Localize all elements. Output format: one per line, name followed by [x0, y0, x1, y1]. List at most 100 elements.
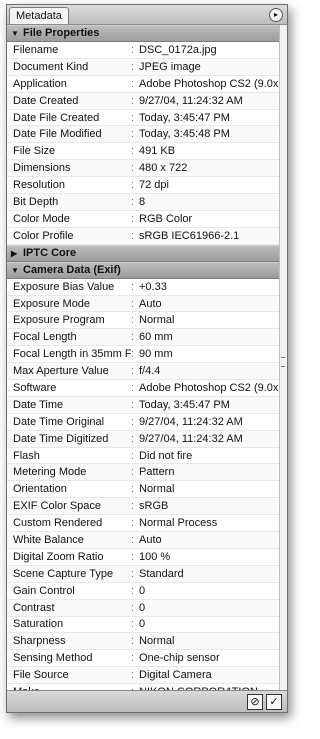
section-title: IPTC Core: [23, 246, 77, 259]
field-value[interactable]: Auto: [139, 534, 279, 546]
metadata-row[interactable]: Saturation:0: [7, 617, 279, 634]
field-value[interactable]: Normal: [139, 483, 279, 495]
separator: :: [131, 195, 135, 208]
metadata-row[interactable]: Exposure Mode: Auto: [7, 295, 279, 313]
metadata-row[interactable]: Contrast:0: [7, 599, 279, 617]
field-value[interactable]: 100 %: [139, 551, 279, 563]
metadata-row[interactable]: Document Kind: JPEG image: [7, 58, 279, 76]
scroll-grip-icon[interactable]: [281, 357, 285, 367]
field-value[interactable]: Auto: [139, 298, 279, 310]
metadata-row[interactable]: Date File Created: Today, 3:45:47 PM: [7, 110, 279, 127]
field-value[interactable]: +0.33: [139, 281, 279, 293]
metadata-row[interactable]: Scene Capture Type: Standard: [7, 565, 279, 583]
metadata-row[interactable]: Date Time: Today, 3:45:47 PM: [7, 396, 279, 414]
field-label: Date File Modified: [13, 128, 102, 141]
panel-tab-bar: Metadata ▸: [7, 5, 287, 25]
field-value[interactable]: Normal Process: [139, 517, 279, 529]
separator: :: [131, 567, 135, 580]
field-value[interactable]: 8: [139, 196, 279, 208]
field-value[interactable]: sRGB IEC61966-2.1: [139, 230, 279, 242]
field-label: Software: [13, 381, 57, 394]
metadata-row[interactable]: Date Time Original:9/27/04, 11:24:32 AM: [7, 414, 279, 431]
field-value[interactable]: 491 KB: [139, 145, 279, 157]
metadata-row[interactable]: Filename: DSC_0172a.jpg: [7, 42, 279, 59]
tab-metadata[interactable]: Metadata: [9, 7, 69, 24]
disclosure-open-icon[interactable]: ▼: [11, 263, 21, 278]
field-value[interactable]: RGB Color: [139, 213, 279, 225]
metadata-row[interactable]: EXIF Color Space: sRGB: [7, 498, 279, 516]
field-value[interactable]: One-chip sensor: [139, 652, 279, 664]
field-value[interactable]: Today, 3:45:48 PM: [139, 128, 279, 140]
disclosure-open-icon[interactable]: ▼: [11, 26, 21, 41]
field-value[interactable]: Today, 3:45:47 PM: [139, 399, 279, 411]
cancel-icon[interactable]: ⊘: [247, 694, 263, 710]
field-value[interactable]: Did not fire: [139, 450, 279, 462]
field-value[interactable]: 0: [139, 602, 279, 614]
metadata-row[interactable]: File Size:491 KB: [7, 143, 279, 161]
field-value[interactable]: DSC_0172a.jpg: [139, 44, 279, 56]
check-icon[interactable]: ✓: [266, 694, 282, 710]
section-camera-data[interactable]: ▼ Camera Data (Exif): [7, 261, 279, 279]
field-value[interactable]: 0: [139, 618, 279, 630]
metadata-row[interactable]: Exposure Bias Value: +0.33: [7, 279, 279, 296]
field-value[interactable]: Adobe Photoshop CS2 (9.0x1…: [139, 78, 279, 90]
field-value[interactable]: Pattern: [139, 466, 279, 478]
field-value[interactable]: JPEG image: [139, 61, 279, 73]
field-value[interactable]: 90 mm: [139, 348, 279, 360]
metadata-row[interactable]: Focal Length in 35mm Film:90 mm: [7, 346, 279, 364]
field-value[interactable]: 0: [139, 585, 279, 597]
metadata-row[interactable]: Date Created:9/27/04, 11:24:32 AM: [7, 92, 279, 110]
metadata-row[interactable]: Metering Mode: Pattern: [7, 464, 279, 482]
metadata-row[interactable]: Custom Rendered: Normal Process: [7, 515, 279, 533]
metadata-row[interactable]: Software: Adobe Photoshop CS2 (9.0x1…: [7, 380, 279, 397]
metadata-row[interactable]: Bit Depth:8: [7, 194, 279, 211]
metadata-row[interactable]: Application: Adobe Photoshop CS2 (9.0x1…: [7, 76, 279, 93]
metadata-row[interactable]: Sharpness: Normal: [7, 633, 279, 651]
metadata-row[interactable]: Flash: Did not fire: [7, 448, 279, 465]
scrollbar[interactable]: [279, 25, 287, 690]
metadata-row[interactable]: Gain Control:0: [7, 583, 279, 600]
metadata-row[interactable]: Dimensions:480 x 722: [7, 160, 279, 178]
field-label: Filename: [13, 43, 59, 56]
field-value[interactable]: f/4.4: [139, 365, 279, 377]
disclosure-closed-icon[interactable]: ▶: [11, 246, 21, 261]
metadata-row[interactable]: White Balance: Auto: [7, 532, 279, 549]
field-label: Orientation: [13, 483, 67, 496]
field-value[interactable]: Digital Camera: [139, 669, 279, 681]
field-value[interactable]: 480 x 722: [139, 162, 279, 174]
separator: :: [131, 500, 135, 513]
metadata-row[interactable]: Digital Zoom Ratio:100 %: [7, 549, 279, 566]
metadata-row[interactable]: File Source: Digital Camera: [7, 667, 279, 685]
metadata-row[interactable]: Exposure Program: Normal: [7, 312, 279, 330]
metadata-row[interactable]: Max Aperture Value: f/4.4: [7, 363, 279, 381]
section-iptc-core[interactable]: ▶ IPTC Core: [7, 244, 279, 262]
separator: :: [131, 381, 135, 394]
metadata-row[interactable]: Sensing Method: One-chip sensor: [7, 650, 279, 668]
field-value[interactable]: sRGB: [139, 500, 279, 512]
metadata-row[interactable]: Color Profile: sRGB IEC61966-2.1: [7, 227, 279, 245]
field-value[interactable]: 72 dpi: [139, 179, 279, 191]
metadata-row[interactable]: Date Time Digitized:9/27/04, 11:24:32 AM: [7, 430, 279, 448]
field-value[interactable]: Today, 3:45:47 PM: [139, 112, 279, 124]
field-value[interactable]: 9/27/04, 11:24:32 AM: [139, 433, 279, 445]
field-label: EXIF Color Space: [13, 500, 102, 513]
metadata-row[interactable]: Orientation: Normal: [7, 481, 279, 499]
metadata-row[interactable]: Date File Modified: Today, 3:45:48 PM: [7, 126, 279, 144]
field-value[interactable]: Normal: [139, 635, 279, 647]
metadata-row[interactable]: Resolution:72 dpi: [7, 177, 279, 195]
field-value[interactable]: 60 mm: [139, 331, 279, 343]
field-label: Max Aperture Value: [13, 365, 109, 378]
field-value[interactable]: Adobe Photoshop CS2 (9.0x1…: [139, 382, 279, 394]
section-file-properties[interactable]: ▼ File Properties: [7, 25, 279, 42]
panel-menu-icon[interactable]: ▸: [269, 8, 283, 22]
field-value[interactable]: 9/27/04, 11:24:32 AM: [139, 95, 279, 107]
metadata-row[interactable]: Focal Length:60 mm: [7, 329, 279, 347]
separator: :: [131, 111, 135, 124]
separator: :: [131, 77, 135, 90]
metadata-content: ▼ File Properties Filename: DSC_0172a.jpg…: [7, 25, 279, 690]
field-value[interactable]: Standard: [139, 568, 279, 580]
field-value[interactable]: 9/27/04, 11:24:32 AM: [139, 416, 279, 428]
metadata-row[interactable]: Color Mode: RGB Color: [7, 211, 279, 228]
field-label: Dimensions: [13, 162, 71, 175]
field-value[interactable]: Normal: [139, 314, 279, 326]
